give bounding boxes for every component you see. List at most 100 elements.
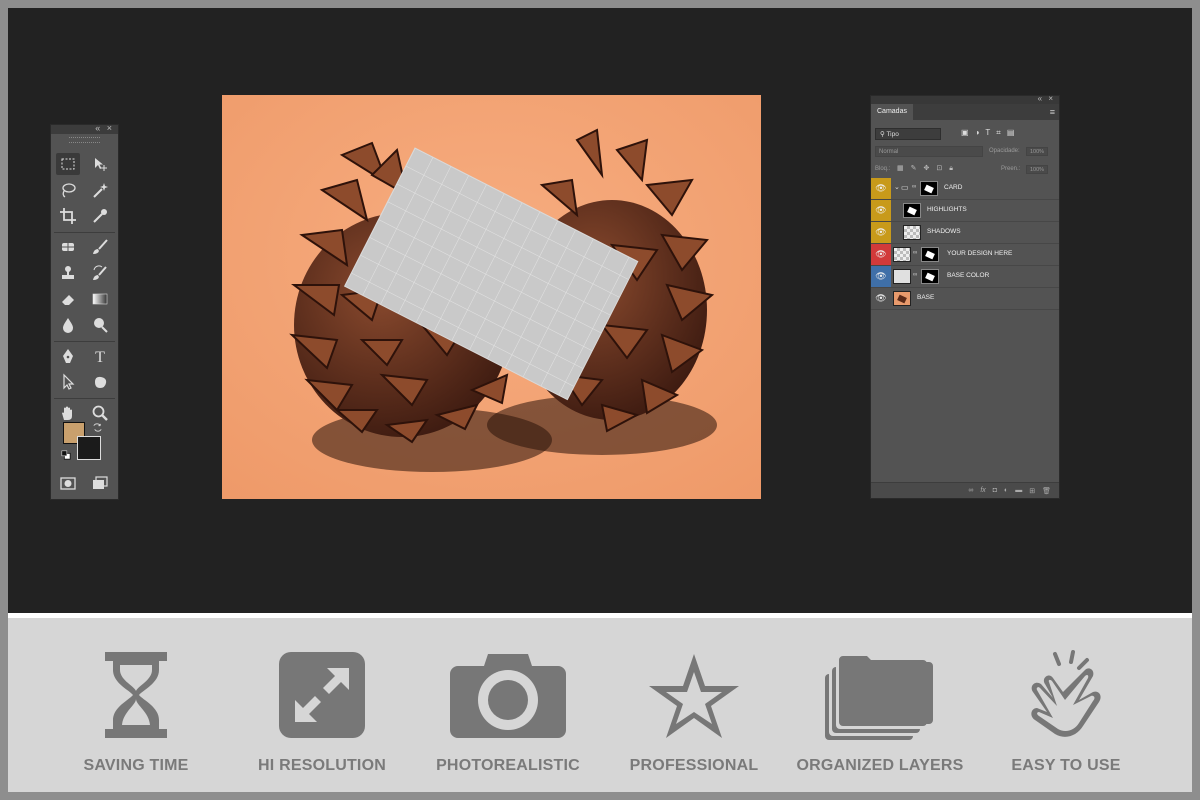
layer-mask-thumb[interactable] [921, 247, 939, 262]
layers-panel-controls[interactable]: « × [1038, 94, 1055, 103]
hand-tool-icon[interactable] [56, 402, 80, 424]
path-selection-tool-icon[interactable] [56, 371, 80, 393]
eraser-tool-icon[interactable] [56, 288, 80, 310]
layer-row-highlights[interactable]: 👁︎ HIGHLIGHTS [871, 200, 1059, 222]
tools-panel-controls[interactable]: « × [95, 123, 114, 133]
visibility-eye-icon[interactable]: 👁︎ [871, 178, 891, 199]
dodge-tool-icon[interactable] [88, 314, 112, 336]
swap-colors-icon[interactable] [91, 421, 103, 433]
quick-mask-icon[interactable] [56, 472, 80, 494]
new-layer-icon[interactable]: ⊞ [1029, 487, 1035, 495]
panel-menu-icon[interactable]: ≡ [1050, 107, 1055, 117]
feature-label-professional: PROFESSIONAL [629, 757, 759, 774]
opacity-field[interactable]: 100% [1026, 147, 1048, 156]
type-filter-icon[interactable]: T [985, 128, 996, 137]
tab-layers[interactable]: Camadas [871, 104, 913, 120]
tools-panel-grip[interactable] [69, 137, 100, 143]
filter-icons: ▣◑T⌗▤ [961, 128, 1020, 138]
blur-tool-icon[interactable] [56, 314, 80, 336]
layer-name: BASE [917, 294, 935, 301]
marquee-tool-icon[interactable] [56, 153, 80, 175]
lasso-tool-icon[interactable] [56, 179, 80, 201]
visibility-eye-icon[interactable]: 👁︎ [871, 244, 891, 265]
layer-row-shadows[interactable]: 👁︎ SHADOWS [871, 222, 1059, 244]
shape-filter-icon[interactable]: ⌗ [996, 128, 1007, 137]
group-chevron-icon[interactable]: ⌄ [894, 183, 900, 191]
tools-panel-header: « × [51, 123, 118, 134]
default-colors-icon[interactable] [60, 449, 72, 461]
custom-shape-tool-icon[interactable] [88, 371, 112, 393]
magic-wand-tool-icon[interactable] [88, 179, 112, 201]
layer-thumb[interactable] [903, 225, 921, 240]
lock-position-icon[interactable]: ✥ [924, 165, 937, 172]
lock-artboard-icon[interactable]: ⊡ [936, 165, 949, 172]
feature-organized-layers [795, 650, 965, 742]
layer-thumb[interactable] [893, 291, 911, 306]
visibility-eye-icon[interactable]: 👁︎ [871, 222, 891, 243]
layer-name: YOUR DESIGN HERE [947, 250, 1013, 257]
fill-field[interactable]: 100% [1026, 165, 1048, 174]
layers-bottom-toolbar: ∞ fx ◘ ◐ ▬ ⊞ 🗑︎ [871, 482, 1059, 498]
layers-panel-header: « × [871, 94, 1059, 104]
feature-professional [609, 650, 779, 740]
blend-mode-select[interactable]: Normal [875, 146, 983, 157]
feature-label-easy-to-use: EASY TO USE [1011, 757, 1121, 774]
link-icon: ∞ [913, 250, 918, 256]
background-color-swatch[interactable] [77, 436, 101, 460]
stacked-folders-icon [825, 656, 933, 740]
smart-object-filter-icon[interactable]: ▤ [1007, 128, 1021, 137]
layer-mask-thumb[interactable] [920, 181, 938, 196]
add-mask-icon[interactable]: ◘ [993, 487, 997, 494]
lock-paint-icon[interactable]: ✎ [911, 165, 924, 172]
feature-easy-to-use [981, 650, 1151, 742]
layer-row-card[interactable]: 👁︎ ⌄ ▭ ∞ CARD [871, 178, 1059, 200]
hourglass-icon [105, 652, 167, 738]
document-canvas[interactable] [222, 95, 761, 499]
visibility-eye-icon[interactable]: 👁︎ [871, 266, 891, 287]
feature-hi-resolution [237, 650, 407, 740]
lock-all-icon[interactable]: 🔒︎ [949, 165, 960, 172]
gradient-tool-icon[interactable] [88, 288, 112, 310]
brush-tool-icon[interactable] [88, 236, 112, 258]
pixel-filter-icon[interactable]: ▣ [961, 128, 975, 137]
layer-thumb[interactable] [903, 203, 921, 218]
lock-icons: ▦✎✥⊡🔒︎ [897, 164, 960, 173]
layer-row-base-color[interactable]: 👁︎ ∞ BASE COLOR [871, 266, 1059, 288]
layer-thumb[interactable] [893, 269, 911, 284]
adjustment-layer-icon[interactable]: ◐ [1004, 487, 1008, 494]
feature-label-saving-time: SAVING TIME [83, 757, 189, 774]
feature-label-organized-layers: ORGANIZED LAYERS [796, 757, 964, 774]
move-tool-icon[interactable] [88, 153, 112, 175]
layer-mask-thumb[interactable] [921, 269, 939, 284]
photoshop-workspace: « × T « × Camadas ≡ ⚲ Tipo ▣◑T⌗▤ Normal … [8, 8, 1192, 613]
layer-name: HIGHLIGHTS [927, 206, 967, 213]
screen-mode-icon[interactable] [88, 472, 112, 494]
layer-row-base[interactable]: 👁︎ BASE [871, 288, 1059, 310]
camera-icon [450, 654, 566, 738]
lock-pixels-icon[interactable]: ▦ [897, 165, 911, 172]
crop-tool-icon[interactable] [56, 205, 80, 227]
layer-filter-select[interactable]: ⚲ Tipo [875, 128, 941, 140]
pen-tool-icon[interactable] [56, 345, 80, 367]
lock-label: Bloq.: [875, 166, 891, 172]
feature-label-hi-resolution: HI RESOLUTION [258, 757, 386, 774]
type-tool-icon[interactable]: T [88, 345, 112, 367]
new-group-icon[interactable]: ▬ [1015, 487, 1022, 494]
tools-panel: « × T [50, 123, 119, 500]
visibility-eye-icon[interactable]: 👁︎ [871, 200, 891, 221]
link-icon: ∞ [912, 184, 917, 190]
layer-style-icon[interactable]: fx [980, 487, 985, 494]
layer-row-your-design-here[interactable]: 👁︎ ∞ YOUR DESIGN HERE [871, 244, 1059, 266]
clone-stamp-tool-icon[interactable] [56, 262, 80, 284]
visibility-eye-icon[interactable]: 👁︎ [871, 288, 891, 309]
healing-brush-tool-icon[interactable] [56, 236, 80, 258]
eyedropper-tool-icon[interactable] [88, 205, 112, 227]
delete-layer-icon[interactable]: 🗑︎ [1042, 487, 1051, 495]
history-brush-tool-icon[interactable] [88, 262, 112, 284]
feature-photorealistic [423, 650, 593, 740]
link-layers-icon[interactable]: ∞ [968, 487, 973, 494]
fill-label: Preen.: [1001, 166, 1021, 172]
layer-name: SHADOWS [927, 228, 961, 235]
adjustment-filter-icon[interactable]: ◑ [975, 128, 986, 137]
smart-object-thumb[interactable] [893, 247, 911, 262]
